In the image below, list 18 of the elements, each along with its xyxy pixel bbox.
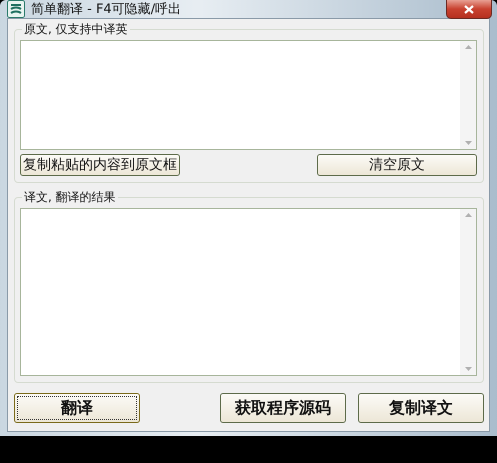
- scroll-up-icon[interactable]: [464, 45, 472, 49]
- copy-translation-button[interactable]: 复制译文: [358, 393, 484, 423]
- scrollbar[interactable]: [460, 209, 476, 375]
- source-text-field[interactable]: [20, 40, 477, 150]
- clear-button[interactable]: 清空原文: [317, 154, 477, 176]
- scroll-down-icon[interactable]: [464, 141, 472, 145]
- paste-button[interactable]: 复制粘贴的内容到原文框: [20, 154, 180, 176]
- scrollbar[interactable]: [460, 41, 476, 149]
- close-icon: [464, 4, 474, 14]
- translate-button[interactable]: 翻译: [14, 393, 140, 423]
- get-source-button[interactable]: 获取程序源码: [220, 393, 346, 423]
- result-text-field[interactable]: [20, 208, 477, 376]
- window-title: 简单翻译 - F4可隐藏/呼出: [31, 1, 182, 18]
- scroll-up-icon[interactable]: [464, 213, 472, 217]
- group-label: 译文, 翻译的结果: [23, 189, 117, 206]
- scroll-down-icon[interactable]: [464, 367, 472, 371]
- close-button[interactable]: [446, 0, 492, 19]
- group-label: 原文, 仅支持中译英: [23, 21, 129, 38]
